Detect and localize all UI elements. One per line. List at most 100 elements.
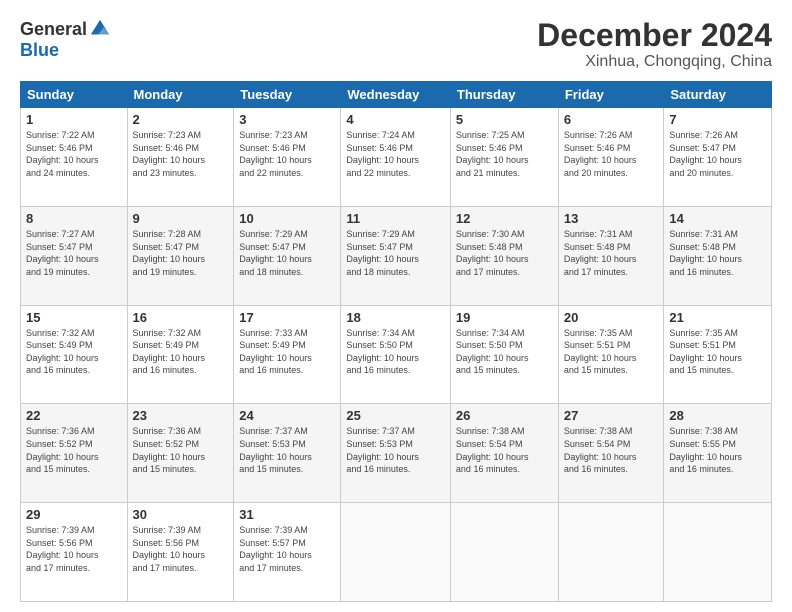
day-info: Sunrise: 7:39 AM Sunset: 5:56 PM Dayligh… [133, 524, 229, 574]
day-number: 24 [239, 408, 335, 423]
day-number: 29 [26, 507, 122, 522]
calendar-cell: 5 Sunrise: 7:25 AM Sunset: 5:46 PM Daylig… [450, 108, 558, 207]
day-info: Sunrise: 7:36 AM Sunset: 5:52 PM Dayligh… [133, 425, 229, 475]
day-info: Sunrise: 7:39 AM Sunset: 5:57 PM Dayligh… [239, 524, 335, 574]
day-number: 8 [26, 211, 122, 226]
day-info: Sunrise: 7:25 AM Sunset: 5:46 PM Dayligh… [456, 129, 553, 179]
calendar-cell: 24 Sunrise: 7:37 AM Sunset: 5:53 PM Dayli… [234, 404, 341, 503]
day-info: Sunrise: 7:23 AM Sunset: 5:46 PM Dayligh… [239, 129, 335, 179]
calendar-cell: 9 Sunrise: 7:28 AM Sunset: 5:47 PM Daylig… [127, 206, 234, 305]
calendar-cell: 6 Sunrise: 7:26 AM Sunset: 5:46 PM Daylig… [558, 108, 664, 207]
calendar-cell: 12 Sunrise: 7:30 AM Sunset: 5:48 PM Dayli… [450, 206, 558, 305]
day-number: 21 [669, 310, 766, 325]
col-tuesday: Tuesday [234, 82, 341, 108]
day-info: Sunrise: 7:29 AM Sunset: 5:47 PM Dayligh… [346, 228, 445, 278]
day-number: 28 [669, 408, 766, 423]
calendar-cell: 3 Sunrise: 7:23 AM Sunset: 5:46 PM Daylig… [234, 108, 341, 207]
day-number: 14 [669, 211, 766, 226]
day-number: 1 [26, 112, 122, 127]
calendar-week-row: 29 Sunrise: 7:39 AM Sunset: 5:56 PM Dayli… [21, 503, 772, 602]
calendar-cell: 29 Sunrise: 7:39 AM Sunset: 5:56 PM Dayli… [21, 503, 128, 602]
col-sunday: Sunday [21, 82, 128, 108]
day-info: Sunrise: 7:35 AM Sunset: 5:51 PM Dayligh… [564, 327, 659, 377]
day-number: 10 [239, 211, 335, 226]
day-number: 19 [456, 310, 553, 325]
day-info: Sunrise: 7:34 AM Sunset: 5:50 PM Dayligh… [346, 327, 445, 377]
day-number: 5 [456, 112, 553, 127]
calendar-cell [558, 503, 664, 602]
day-info: Sunrise: 7:38 AM Sunset: 5:54 PM Dayligh… [564, 425, 659, 475]
calendar-cell: 19 Sunrise: 7:34 AM Sunset: 5:50 PM Dayli… [450, 305, 558, 404]
day-number: 30 [133, 507, 229, 522]
day-number: 3 [239, 112, 335, 127]
day-info: Sunrise: 7:31 AM Sunset: 5:48 PM Dayligh… [669, 228, 766, 278]
day-number: 25 [346, 408, 445, 423]
day-info: Sunrise: 7:30 AM Sunset: 5:48 PM Dayligh… [456, 228, 553, 278]
day-info: Sunrise: 7:37 AM Sunset: 5:53 PM Dayligh… [239, 425, 335, 475]
day-info: Sunrise: 7:29 AM Sunset: 5:47 PM Dayligh… [239, 228, 335, 278]
day-number: 12 [456, 211, 553, 226]
day-number: 13 [564, 211, 659, 226]
day-info: Sunrise: 7:38 AM Sunset: 5:54 PM Dayligh… [456, 425, 553, 475]
day-info: Sunrise: 7:28 AM Sunset: 5:47 PM Dayligh… [133, 228, 229, 278]
calendar-cell: 18 Sunrise: 7:34 AM Sunset: 5:50 PM Dayli… [341, 305, 451, 404]
calendar-cell: 8Sunrise: 7:27 AM Sunset: 5:47 PM Daylig… [21, 206, 128, 305]
day-info: Sunrise: 7:31 AM Sunset: 5:48 PM Dayligh… [564, 228, 659, 278]
day-info: Sunrise: 7:39 AM Sunset: 5:56 PM Dayligh… [26, 524, 122, 574]
calendar-cell: 2Sunrise: 7:23 AM Sunset: 5:46 PM Daylig… [127, 108, 234, 207]
calendar-cell: 31Sunrise: 7:39 AM Sunset: 5:57 PM Dayli… [234, 503, 341, 602]
col-saturday: Saturday [664, 82, 772, 108]
day-info: Sunrise: 7:23 AM Sunset: 5:46 PM Dayligh… [133, 129, 229, 179]
calendar-cell: 27 Sunrise: 7:38 AM Sunset: 5:54 PM Dayli… [558, 404, 664, 503]
calendar-cell: 13 Sunrise: 7:31 AM Sunset: 5:48 PM Dayli… [558, 206, 664, 305]
calendar-cell: 30 Sunrise: 7:39 AM Sunset: 5:56 PM Dayli… [127, 503, 234, 602]
day-number: 11 [346, 211, 445, 226]
day-number: 15 [26, 310, 122, 325]
calendar-cell: 28Sunrise: 7:38 AM Sunset: 5:55 PM Dayli… [664, 404, 772, 503]
day-number: 23 [133, 408, 229, 423]
calendar-cell: 15 Sunrise: 7:32 AM Sunset: 5:49 PM Dayli… [21, 305, 128, 404]
calendar-cell: 17Sunrise: 7:33 AM Sunset: 5:49 PM Dayli… [234, 305, 341, 404]
page: General Blue December 2024 Xinhua, Chong… [0, 0, 792, 612]
calendar-week-row: 15 Sunrise: 7:32 AM Sunset: 5:49 PM Dayli… [21, 305, 772, 404]
calendar-cell: 10 Sunrise: 7:29 AM Sunset: 5:47 PM Dayli… [234, 206, 341, 305]
day-info: Sunrise: 7:37 AM Sunset: 5:53 PM Dayligh… [346, 425, 445, 475]
title-block: December 2024 Xinhua, Chongqing, China [537, 18, 772, 71]
day-info: Sunrise: 7:34 AM Sunset: 5:50 PM Dayligh… [456, 327, 553, 377]
day-number: 18 [346, 310, 445, 325]
day-number: 6 [564, 112, 659, 127]
calendar-cell: 22Sunrise: 7:36 AM Sunset: 5:52 PM Dayli… [21, 404, 128, 503]
day-info: Sunrise: 7:35 AM Sunset: 5:51 PM Dayligh… [669, 327, 766, 377]
day-info: Sunrise: 7:33 AM Sunset: 5:49 PM Dayligh… [239, 327, 335, 377]
calendar-cell: 20 Sunrise: 7:35 AM Sunset: 5:51 PM Dayli… [558, 305, 664, 404]
day-number: 27 [564, 408, 659, 423]
calendar-week-row: 22Sunrise: 7:36 AM Sunset: 5:52 PM Dayli… [21, 404, 772, 503]
logo: General Blue [20, 18, 111, 61]
day-number: 9 [133, 211, 229, 226]
logo-icon [89, 18, 111, 40]
month-title: December 2024 [537, 18, 772, 53]
day-info: Sunrise: 7:24 AM Sunset: 5:46 PM Dayligh… [346, 129, 445, 179]
calendar-cell: 21 Sunrise: 7:35 AM Sunset: 5:51 PM Dayli… [664, 305, 772, 404]
day-number: 20 [564, 310, 659, 325]
logo-general-text: General [20, 19, 87, 40]
calendar-cell: 1Sunrise: 7:22 AM Sunset: 5:46 PM Daylig… [21, 108, 128, 207]
calendar-cell: 7Sunrise: 7:26 AM Sunset: 5:47 PM Daylig… [664, 108, 772, 207]
col-wednesday: Wednesday [341, 82, 451, 108]
calendar-cell: 23 Sunrise: 7:36 AM Sunset: 5:52 PM Dayli… [127, 404, 234, 503]
calendar-cell: 25 Sunrise: 7:37 AM Sunset: 5:53 PM Dayli… [341, 404, 451, 503]
calendar-cell [664, 503, 772, 602]
day-info: Sunrise: 7:26 AM Sunset: 5:47 PM Dayligh… [669, 129, 766, 179]
calendar-cell: 14 Sunrise: 7:31 AM Sunset: 5:48 PM Dayli… [664, 206, 772, 305]
calendar-cell [341, 503, 451, 602]
day-number: 16 [133, 310, 229, 325]
day-number: 26 [456, 408, 553, 423]
calendar-week-row: 1Sunrise: 7:22 AM Sunset: 5:46 PM Daylig… [21, 108, 772, 207]
col-monday: Monday [127, 82, 234, 108]
calendar-cell: 4Sunrise: 7:24 AM Sunset: 5:46 PM Daylig… [341, 108, 451, 207]
day-info: Sunrise: 7:32 AM Sunset: 5:49 PM Dayligh… [26, 327, 122, 377]
day-info: Sunrise: 7:26 AM Sunset: 5:46 PM Dayligh… [564, 129, 659, 179]
location-title: Xinhua, Chongqing, China [537, 53, 772, 71]
day-info: Sunrise: 7:36 AM Sunset: 5:52 PM Dayligh… [26, 425, 122, 475]
calendar-week-row: 8Sunrise: 7:27 AM Sunset: 5:47 PM Daylig… [21, 206, 772, 305]
